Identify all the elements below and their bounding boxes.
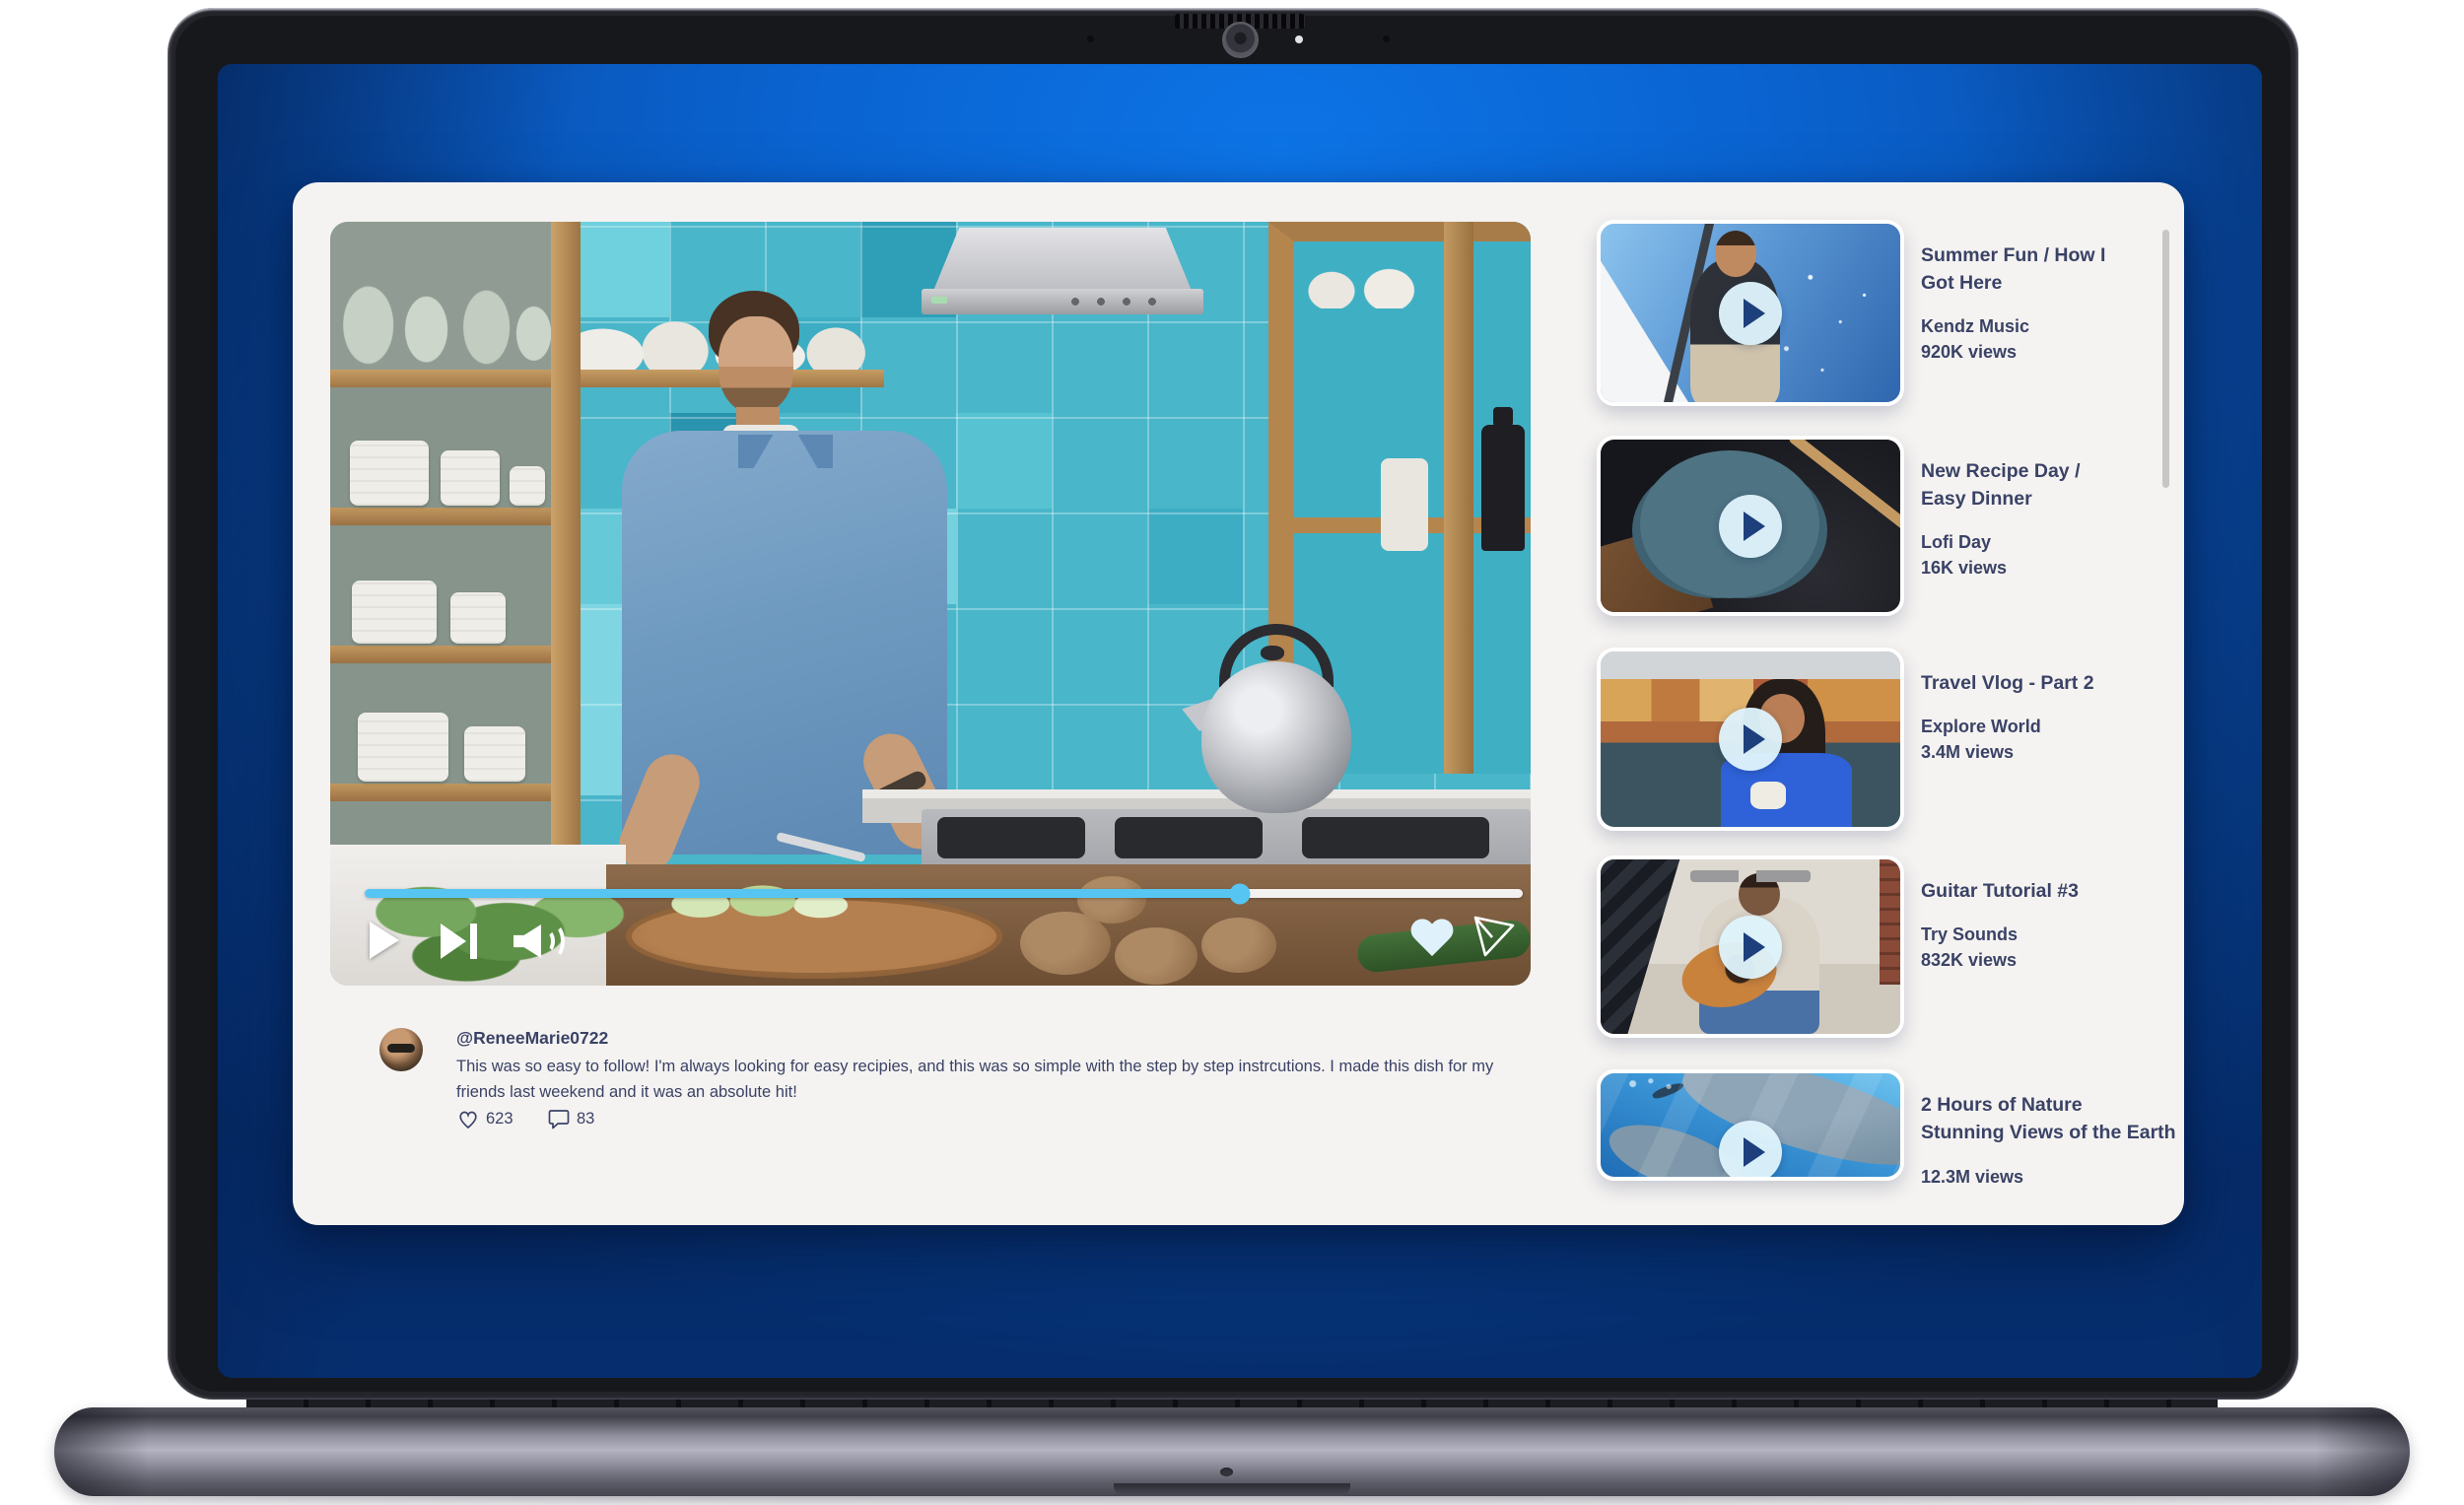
bowl-stack [441,450,500,506]
sidebar-item-text: Travel Vlog - Part 2 Explore World 3.4M … [1921,669,2185,765]
bowl-stack [350,441,429,506]
avatar[interactable] [379,1028,423,1071]
burner-grate [1115,817,1263,858]
video-thumbnail[interactable] [1597,1069,1904,1181]
channel-name: Explore World [1921,717,2041,736]
webcam-icon [1222,22,1259,58]
play-button-icon[interactable] [1719,494,1782,558]
volume-wave [543,924,565,959]
bowl-stack [358,713,448,782]
scrollbar-thumb[interactable] [2162,230,2169,488]
sidebar-item-text: Summer Fun / How I Got Here Kendz Music … [1921,241,2185,365]
play-button-icon[interactable] [1719,1120,1782,1177]
comment-reply-button[interactable]: 83 [547,1107,626,1132]
channel-name: Try Sounds [1921,924,2019,944]
cabinet-post [1444,222,1473,774]
app-window: @ReneeMarie0722 This was so easy to foll… [293,182,2184,1225]
webcam-indicator-light [1295,35,1303,43]
video-title: Travel Vlog - Part 2 [1921,672,2094,694]
potato [1201,918,1276,973]
burner-grate [1302,817,1489,858]
play-button-icon[interactable] [1719,915,1782,979]
man-face [719,316,793,413]
laptop-base-hole [1220,1468,1233,1476]
kettle-lid-knob [1261,646,1284,660]
potato [1115,927,1198,985]
speaker-shape [513,924,541,958]
sidebar-item-text: New Recipe Day / Easy Dinner Lofi Day 16… [1921,457,2185,581]
play-button-icon[interactable] [1719,708,1782,771]
bowl [464,726,525,782]
microphone-hole-left [1087,35,1094,42]
view-count: 16K views [1921,558,2008,578]
like-heart-icon[interactable] [1410,920,1454,959]
next-triangle [441,924,466,959]
sidebar-item-text: 2 Hours of Nature Stunning Views of the … [1921,1091,2374,1190]
plate-stack [352,581,437,644]
next-bar [470,924,477,959]
video-thumbnail[interactable] [1597,648,1904,831]
range-hood [933,228,1192,291]
video-title: Summer Fun / How I Got Here [1921,244,2106,294]
burner-grate [937,817,1085,858]
white-jug [1381,458,1428,551]
like-count: 623 [486,1110,513,1128]
video-title: New Recipe Day / Easy Dinner [1921,460,2081,510]
scene-root: @ReneeMarie0722 This was so easy to foll… [0,0,2464,1505]
glassware-shelf [336,261,551,368]
progress-thumb[interactable] [1229,883,1251,904]
view-count: 832K views [1921,950,2018,970]
video-thumbnail[interactable] [1597,436,1904,616]
video-title: 2 Hours of Nature Stunning Views of the … [1921,1094,2176,1143]
next-track-icon[interactable] [441,924,484,959]
channel-name: Lofi Day [1921,532,1992,552]
view-count: 12.3M views [1921,1167,2024,1187]
range-hood-light [931,297,947,304]
shelf-board [330,784,557,801]
wood-shelf-post [551,222,581,853]
comment-like-button[interactable]: 623 [456,1107,543,1132]
kettle [1201,661,1351,813]
volume-icon[interactable] [513,922,569,961]
laptop-base-notch [1114,1483,1350,1496]
shelf-board [330,508,557,525]
comment-text: This was so easy to follow! I'm always l… [456,1058,1494,1101]
bowl [450,592,506,644]
range-hood-controls [922,289,1203,314]
chopped-vegetables [663,880,870,924]
heart-outline-icon [459,1111,477,1129]
video-player[interactable] [330,222,1531,986]
potato [1077,876,1146,924]
share-icon[interactable] [1472,914,1517,961]
video-thumbnail[interactable] [1597,220,1904,406]
progress-fill [365,889,1241,898]
thermos-bottle [1481,407,1525,551]
sidebar-item-text: Guitar Tutorial #3 Try Sounds 832K views [1921,877,2185,973]
video-thumbnail[interactable] [1597,855,1904,1038]
video-title: Guitar Tutorial #3 [1921,880,2079,902]
play-button-icon[interactable] [1719,281,1782,345]
play-icon[interactable] [370,922,399,959]
shelf-board [330,646,557,663]
video-progress-bar[interactable] [365,883,1523,904]
upper-wood-shelf [330,370,884,387]
comment-bubble-icon [548,1110,570,1129]
microphone-hole-right [1383,35,1390,42]
cup [510,466,545,506]
cabinet-cups [1306,265,1434,308]
view-count: 920K views [1921,342,2018,362]
comment-username[interactable]: @ReneeMarie0722 [456,1028,608,1049]
view-count: 3.4M views [1921,742,2015,762]
channel-name: Kendz Music [1921,316,2030,336]
reply-count: 83 [577,1110,595,1128]
